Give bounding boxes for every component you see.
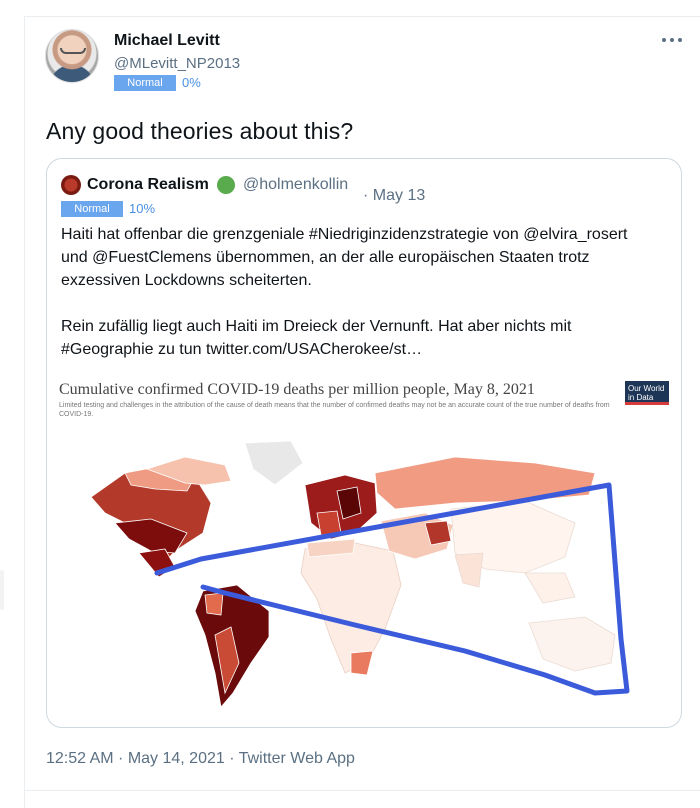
quoted-percent: 10% (129, 201, 156, 216)
quoted-status-badge: Normal (61, 201, 123, 217)
author-status-badge: Normal (114, 75, 176, 91)
quoted-line[interactable]: #Geographie zu tun twitter.com/USACherok… (61, 338, 671, 361)
green-circle-icon (217, 176, 235, 194)
quoted-line: Rein zufällig liegt auch Haiti im Dreiec… (61, 318, 572, 335)
quoted-line: Haiti hat offenbar die grenzgeniale #Nie… (61, 226, 628, 243)
covid-map-image[interactable]: Cumulative confirmed COVID-19 deaths per… (55, 373, 675, 719)
quoted-text: Haiti hat offenbar die grenzgeniale #Nie… (61, 223, 671, 361)
left-edge-fragment (0, 560, 12, 620)
quoted-author-handle[interactable]: @holmenkollin (243, 176, 348, 194)
quoted-line: und @FuestClemens übernommen, an der all… (61, 249, 590, 266)
quoted-date[interactable]: · May 13 (363, 187, 425, 205)
author-name[interactable]: Michael Levitt (114, 32, 220, 50)
world-map (90, 440, 630, 708)
divider (24, 790, 700, 791)
quoted-line: exzessiven Lockdowns scheiterten. (61, 272, 312, 289)
more-icon[interactable] (662, 38, 682, 46)
quoted-author-name[interactable]: Corona Realism (87, 176, 209, 194)
author-percent: 0% (182, 75, 201, 90)
tweet-text: Any good theories about this? (46, 118, 354, 144)
quoted-author-avatar[interactable] (61, 175, 81, 195)
author-handle[interactable]: @MLevitt_NP2013 (114, 55, 240, 72)
quoted-tweet[interactable]: Corona Realism @holmenkollin · May 13 No… (46, 158, 682, 728)
author-avatar[interactable] (45, 29, 99, 83)
tweet-timestamp[interactable]: 12:52 AM · May 14, 2021 · Twitter Web Ap… (46, 750, 355, 768)
